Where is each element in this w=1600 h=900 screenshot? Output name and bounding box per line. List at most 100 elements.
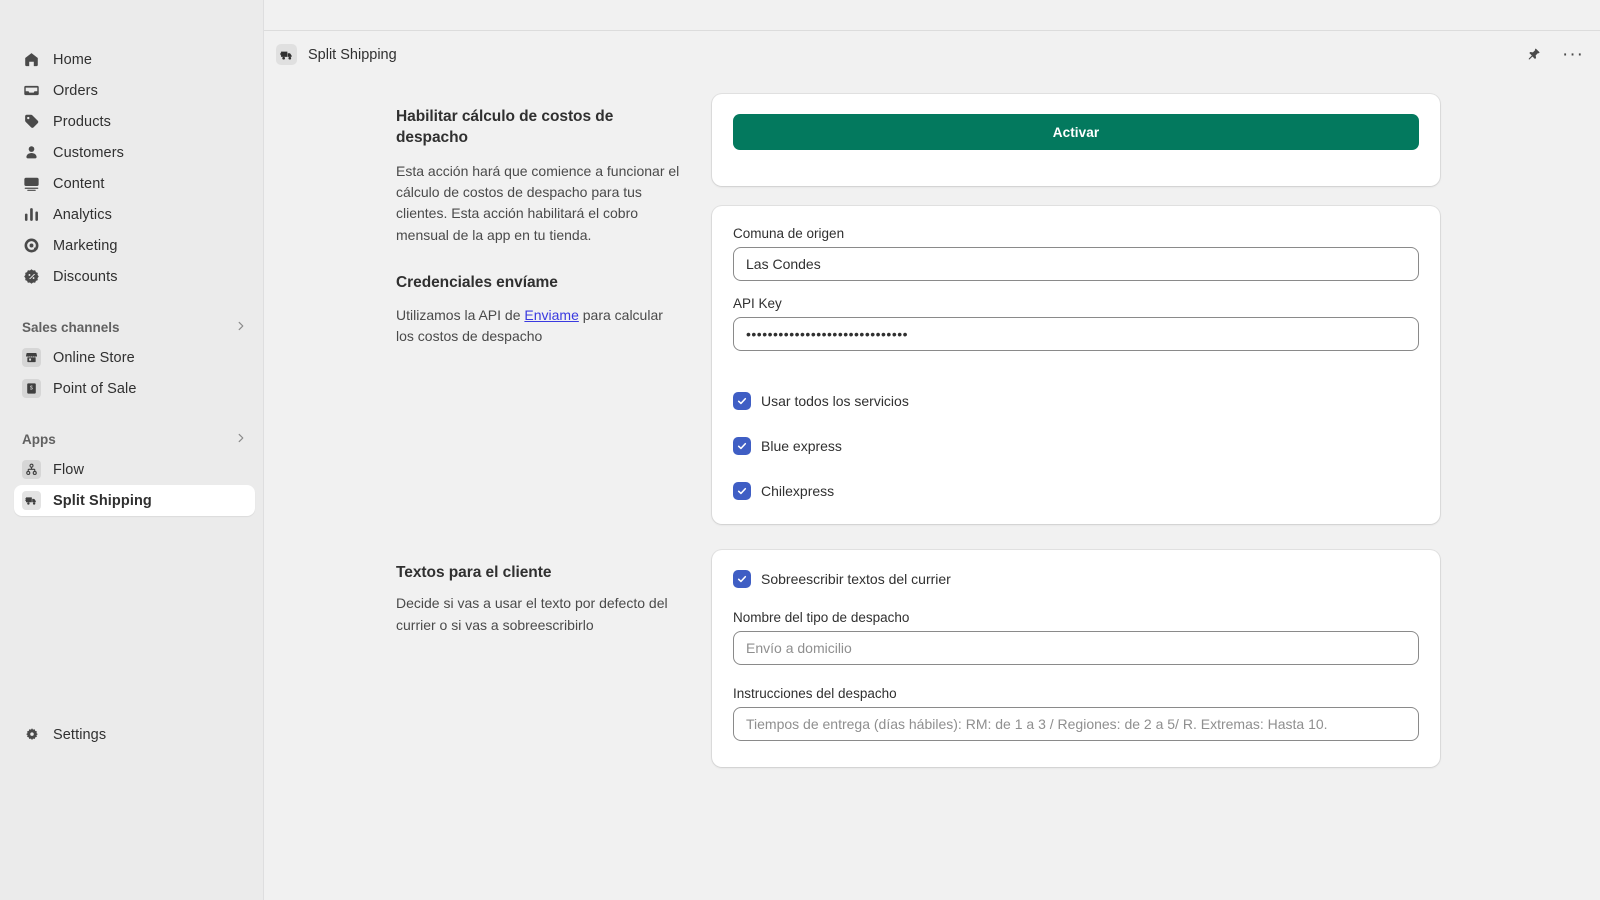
sidebar-item-label: Home [53, 52, 92, 68]
flow-icon [22, 460, 41, 479]
analytics-bars-icon [22, 205, 41, 224]
section-description: Decide si vas a usar el texto por defect… [396, 593, 684, 636]
sidebar-item-label: Customers [53, 145, 124, 161]
sidebar-item-online-store[interactable]: Online Store [14, 342, 255, 373]
section-enable-cards: Activar Comuna de origen API Key [712, 94, 1440, 524]
sidebar-settings-section: Settings [0, 719, 263, 750]
checkbox-checked-icon[interactable] [733, 392, 751, 410]
checkbox-label: Blue express [761, 438, 842, 454]
credentials-text-before: Utilizamos la API de [396, 307, 524, 323]
sidebar-group-sales-channels[interactable]: Sales channels [14, 312, 255, 342]
chevron-right-icon[interactable] [235, 432, 247, 446]
gear-icon [22, 725, 41, 744]
sidebar-item-label: Orders [53, 83, 98, 99]
more-dots-glyph: ··· [1562, 50, 1584, 60]
sidebar-item-flow[interactable]: Flow [14, 454, 255, 485]
section-customer-texts-card: Sobreescribir textos del currier Nombre … [712, 550, 1440, 767]
storefront-icon [22, 348, 41, 367]
dispatch-name-input[interactable] [733, 631, 1419, 665]
home-icon [22, 50, 41, 69]
section-heading: Habilitar cálculo de costos de despacho [396, 106, 684, 149]
checkbox-label: Usar todos los servicios [761, 393, 909, 409]
sidebar-item-orders[interactable]: Orders [14, 75, 255, 106]
section-heading: Textos para el cliente [396, 562, 684, 583]
sidebar-item-discounts[interactable]: Discounts [14, 261, 255, 292]
sidebar-item-label: Analytics [53, 207, 112, 223]
sidebar-apps-list: Flow Split Shipping [0, 454, 263, 516]
sidebar: Home Orders Products Customers [0, 0, 264, 900]
section-enable-shipping: Habilitar cálculo de costos de despacho … [396, 94, 1440, 524]
truck-icon [276, 44, 297, 65]
checkbox-checked-icon[interactable] [733, 437, 751, 455]
customer-texts-card: Sobreescribir textos del currier Nombre … [712, 550, 1440, 767]
checkbox-row-all-services[interactable]: Usar todos los servicios [733, 392, 1419, 410]
sidebar-item-home[interactable]: Home [14, 44, 255, 75]
sidebar-item-label: Settings [53, 727, 106, 743]
comuna-field: Comuna de origen [733, 226, 1419, 281]
enviame-link[interactable]: Enviame [524, 307, 578, 323]
sidebar-group-label: Sales channels [22, 320, 120, 335]
dispatch-name-label: Nombre del tipo de despacho [733, 610, 1419, 625]
sidebar-item-products[interactable]: Products [14, 106, 255, 137]
sidebar-group-label: Apps [22, 432, 56, 447]
main-area: Split Shipping ··· Habilitar cálculo de … [264, 0, 1600, 900]
sidebar-group-apps[interactable]: Apps [14, 424, 255, 454]
content-image-icon [22, 174, 41, 193]
sidebar-item-split-shipping[interactable]: Split Shipping [14, 485, 255, 516]
more-horizontal-icon[interactable]: ··· [1562, 44, 1584, 66]
apikey-input[interactable] [733, 317, 1419, 351]
pos-bag-icon [22, 379, 41, 398]
sidebar-item-content[interactable]: Content [14, 168, 255, 199]
products-tag-icon [22, 112, 41, 131]
checkbox-checked-icon[interactable] [733, 570, 751, 588]
section-heading-credentials: Credenciales envíame [396, 272, 684, 293]
page-title: Split Shipping [308, 47, 397, 63]
sidebar-item-label: Content [53, 176, 105, 192]
sidebar-item-label: Products [53, 114, 111, 130]
sidebar-primary-nav: Home Orders Products Customers [0, 44, 263, 292]
sidebar-item-label: Flow [53, 462, 84, 478]
pin-icon[interactable] [1522, 44, 1544, 66]
activate-button[interactable]: Activar [733, 114, 1419, 150]
checkbox-checked-icon[interactable] [733, 482, 751, 500]
sidebar-item-analytics[interactable]: Analytics [14, 199, 255, 230]
comuna-label: Comuna de origen [733, 226, 1419, 241]
activate-card: Activar [712, 94, 1440, 186]
orders-icon [22, 81, 41, 100]
app-title-group: Split Shipping [276, 44, 397, 65]
checkbox-row-chilexpress[interactable]: Chilexpress [733, 482, 1419, 500]
app-header-actions: ··· [1522, 44, 1584, 66]
sidebar-item-label: Point of Sale [53, 381, 137, 397]
checkbox-label: Sobreescribir textos del currier [761, 571, 951, 587]
dispatch-instructions-label: Instrucciones del despacho [733, 686, 1419, 701]
comuna-input[interactable] [733, 247, 1419, 281]
discounts-percent-icon [22, 267, 41, 286]
sidebar-item-label: Marketing [53, 238, 118, 254]
section-description-credentials: Utilizamos la API de Enviame para calcul… [396, 305, 684, 348]
chevron-right-icon[interactable] [235, 320, 247, 334]
sidebar-sales-channels-list: Online Store Point of Sale [0, 342, 263, 404]
sidebar-item-label: Split Shipping [53, 493, 152, 509]
sidebar-item-label: Discounts [53, 269, 118, 285]
sidebar-item-customers[interactable]: Customers [14, 137, 255, 168]
checkbox-row-blue-express[interactable]: Blue express [733, 437, 1419, 455]
apikey-field: API Key [733, 296, 1419, 351]
section-description: Esta acción hará que comience a funciona… [396, 161, 684, 246]
section-enable-text: Habilitar cálculo de costos de despacho … [396, 94, 684, 348]
marketing-target-icon [22, 236, 41, 255]
checkbox-row-override-texts[interactable]: Sobreescribir textos del currier [733, 570, 1419, 588]
checkbox-label: Chilexpress [761, 483, 834, 499]
dispatch-name-field: Nombre del tipo de despacho [733, 610, 1419, 665]
sidebar-item-point-of-sale[interactable]: Point of Sale [14, 373, 255, 404]
credentials-card: Comuna de origen API Key Usa [712, 206, 1440, 524]
section-customer-texts: Textos para el cliente Decide si vas a u… [396, 550, 1440, 767]
dispatch-instructions-field: Instrucciones del despacho [733, 686, 1419, 741]
apikey-label: API Key [733, 296, 1419, 311]
settings-content: Habilitar cálculo de costos de despacho … [264, 78, 1600, 767]
sidebar-item-marketing[interactable]: Marketing [14, 230, 255, 261]
sidebar-item-settings[interactable]: Settings [14, 719, 255, 750]
section-customer-texts-text: Textos para el cliente Decide si vas a u… [396, 550, 684, 636]
dispatch-instructions-input[interactable] [733, 707, 1419, 741]
window-topbar [264, 0, 1600, 31]
sidebar-item-label: Online Store [53, 350, 135, 366]
